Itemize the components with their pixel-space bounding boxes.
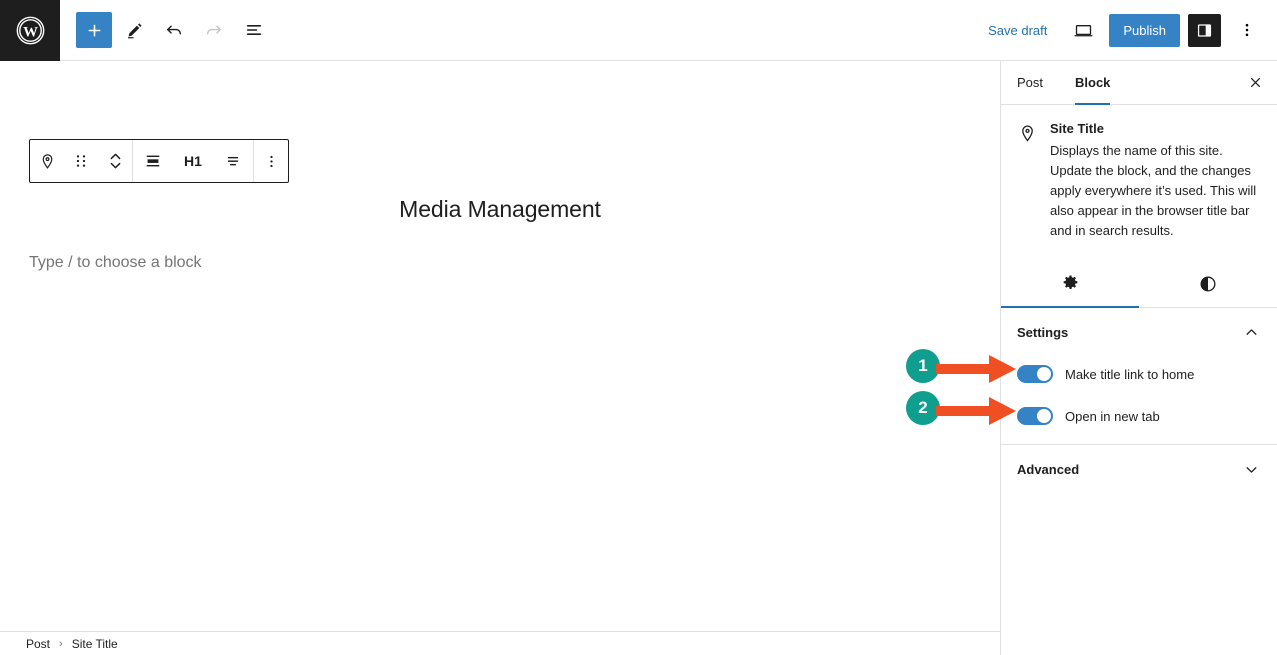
top-bar-left-tools: [60, 12, 272, 48]
wordpress-logo-icon[interactable]: W: [0, 0, 60, 61]
chevron-down-icon: [1242, 460, 1261, 479]
setting-row-open-in-new-tab: Open in new tab: [1001, 398, 1277, 434]
undo-arrow-icon[interactable]: [156, 12, 192, 48]
block-toolbar-group-block: [30, 140, 132, 182]
add-block-button[interactable]: [76, 12, 112, 48]
block-info-card: Site Title Displays the name of this sit…: [1001, 105, 1277, 256]
settings-panel-header[interactable]: Settings: [1001, 308, 1277, 356]
text-align-icon[interactable]: [213, 140, 253, 182]
align-block-icon[interactable]: [133, 140, 173, 182]
map-pin-icon: [1017, 121, 1038, 240]
block-placeholder-text[interactable]: Type / to choose a block: [29, 254, 202, 272]
editor-options-kebab-icon[interactable]: [1229, 12, 1265, 48]
tools-pencil-button[interactable]: [116, 12, 152, 48]
settings-sidebar: Post Block Site Title Displays the name …: [1000, 61, 1277, 655]
settings-panel-icon[interactable]: [1188, 13, 1221, 47]
block-options-kebab-icon[interactable]: [254, 140, 288, 182]
breadcrumb-item-site-title[interactable]: Site Title: [72, 637, 118, 651]
top-bar-right-tools: Save draft Publish: [978, 12, 1277, 48]
tab-block[interactable]: Block: [1059, 61, 1126, 105]
redo-arrow-icon[interactable]: [196, 12, 232, 48]
editor-top-bar: W Save draft Publish: [0, 0, 1277, 61]
drag-dots-icon[interactable]: [64, 140, 98, 182]
post-title[interactable]: Media Management: [0, 196, 1000, 223]
toggle-open-in-new-tab[interactable]: [1017, 407, 1053, 426]
list-view-icon[interactable]: [236, 12, 272, 48]
block-title: Site Title: [1050, 121, 1104, 136]
breadcrumb-separator-icon: ›: [59, 637, 63, 650]
advanced-panel-title: Advanced: [1017, 461, 1080, 477]
toggle-knob: [1037, 367, 1051, 382]
move-up-down-icon[interactable]: [98, 140, 132, 182]
advanced-panel-header[interactable]: Advanced: [1001, 445, 1277, 493]
chevron-up-icon: [1242, 323, 1261, 342]
toggle-make-title-link-to-home[interactable]: [1017, 365, 1053, 384]
block-toolbar-group-more: [254, 140, 288, 182]
svg-text:W: W: [23, 24, 38, 40]
tab-post[interactable]: Post: [1001, 61, 1059, 104]
breadcrumb: Post › Site Title: [0, 631, 1000, 655]
settings-panel-title: Settings: [1017, 324, 1069, 340]
block-info-text: Site Title Displays the name of this sit…: [1050, 121, 1261, 240]
setting-row-make-title-link: Make title link to home: [1001, 356, 1277, 392]
map-pin-icon[interactable]: [30, 140, 64, 182]
breadcrumb-item-post[interactable]: Post: [26, 637, 50, 651]
save-draft-button[interactable]: Save draft: [978, 17, 1057, 44]
publish-button[interactable]: Publish: [1109, 13, 1180, 47]
contrast-half-circle-icon[interactable]: [1139, 260, 1277, 307]
desktop-preview-icon[interactable]: [1065, 12, 1101, 48]
heading-level-button[interactable]: H1: [173, 140, 213, 182]
wordpress-block-editor: W Save draft Publish H1 Media Management…: [0, 0, 1277, 655]
editor-canvas: H1 Media Management Type / to choose a b…: [0, 61, 1000, 631]
toggle-label-make-title-link: Make title link to home: [1065, 366, 1195, 382]
close-icon[interactable]: [1233, 61, 1277, 104]
toggle-knob: [1037, 409, 1051, 424]
block-toolbar: H1: [29, 139, 289, 183]
block-toolbar-group-format: H1: [133, 140, 253, 182]
sidebar-icon-tabs: [1001, 260, 1277, 309]
block-description: Displays the name of this site. Update t…: [1050, 143, 1257, 238]
toggle-label-open-in-new-tab: Open in new tab: [1065, 408, 1160, 424]
sidebar-tabs: Post Block: [1001, 61, 1277, 105]
gear-icon[interactable]: [1001, 260, 1139, 309]
